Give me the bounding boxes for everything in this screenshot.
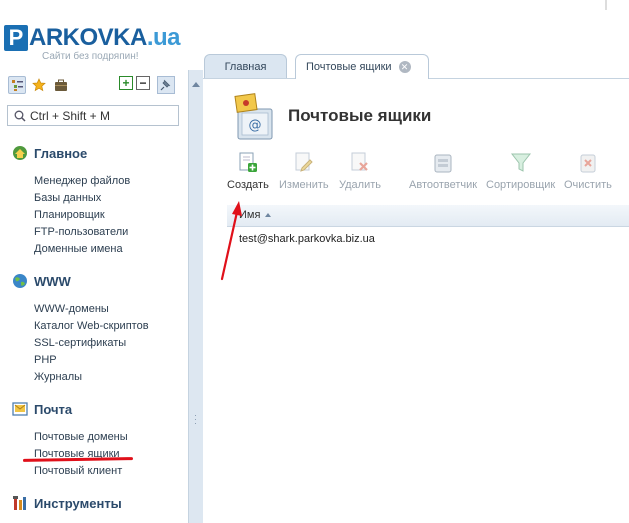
toolbar: Создать Изменить Удалить Автоответчик Со… [227,151,629,199]
sidebar-item-file-manager[interactable]: Менеджер файлов [34,173,130,190]
section-items: Менеджер файлов Базы данных Планировщик … [34,173,130,258]
expand-all-icon[interactable]: + [119,76,133,90]
sidebar-item-scheduler[interactable]: Планировщик [34,207,130,224]
sorter-button[interactable]: Сортировщик [486,151,555,191]
sidebar-item-www-domains[interactable]: WWW-домены [34,301,149,318]
add-icon [237,151,259,175]
main-content: @ Почтовые ящики Создать Изменить Удалит… [203,79,629,523]
search-input[interactable] [30,108,170,123]
clear-icon [577,151,599,175]
logo-main: ARKOVKA [29,24,147,51]
section-title: Инструменты [34,495,122,511]
delete-button[interactable]: Удалить [339,151,381,191]
table-header: Имя [227,205,629,227]
create-button[interactable]: Создать [227,151,269,191]
toolbar-label: Очистить [564,179,612,191]
briefcase-icon[interactable] [52,76,70,94]
section-title: Главное [34,145,88,161]
section-items: WWW-домены Каталог Web-скриптов SSL-серт… [34,301,149,386]
section-mail-header[interactable]: Почта [12,400,128,418]
section-www: WWW WWW-домены Каталог Web-скриптов SSL-… [12,272,149,386]
globe-icon [12,273,28,289]
grip-icon: · · · [194,410,197,428]
mailbox-page-icon: @ [234,93,273,140]
tagline: Сайти без подряпин! [42,51,139,62]
mail-icon [12,401,28,417]
home-icon [12,145,28,161]
sidebar-item-domain-names[interactable]: Доменные имена [34,241,130,258]
svg-text:@: @ [249,118,262,133]
sidebar-splitter[interactable]: · · · [188,70,203,523]
more-button[interactable]: Н [623,151,629,191]
toolbar-label: Автоответчик [409,179,478,191]
filter-icon [510,151,532,175]
autoresponder-icon [432,151,454,175]
sidebar-view-switcher [8,76,70,94]
toolbar-label: Удалить [339,179,381,191]
section-main-header[interactable]: Главное [12,144,130,162]
sidebar-item-logs[interactable]: Журналы [34,369,149,386]
toolbar-label: Создать [227,179,269,191]
section-tools-header[interactable]: Инструменты [12,494,122,512]
tree-view-icon[interactable] [8,76,26,94]
tab-mailboxes[interactable]: Почтовые ящики ✕ [295,54,429,79]
favorites-star-icon[interactable] [30,76,48,94]
toolbar-label: Изменить [279,179,329,191]
collapse-arrow-icon[interactable] [192,82,200,87]
tab-bar: Главная Почтовые ящики ✕ [203,50,629,79]
close-icon[interactable]: ✕ [398,61,411,73]
logo-suffix: .ua [146,24,181,51]
logo-text: ARKOVKA.ua [29,24,181,52]
sidebar-item-ftp-users[interactable]: FTP-пользователи [34,224,130,241]
table-row[interactable]: test@shark.parkovka.biz.ua [227,230,629,250]
tab-label: Почтовые ящики [306,61,392,73]
toolbar-label: Сортировщик [486,179,556,191]
logo-letter: P [4,25,28,51]
section-main: Главное Менеджер файлов Базы данных План… [12,144,130,258]
sort-ascending-icon [265,213,272,217]
section-mail: Почта Почтовые домены Почтовые ящики Поч… [12,400,128,480]
page-title: Почтовые ящики [288,106,432,125]
sidebar-tree-controls: + − [119,76,175,94]
clear-button[interactable]: Очистить [564,151,612,191]
sidebar-item-web-scripts[interactable]: Каталог Web-скриптов [34,318,149,335]
section-title: WWW [34,273,71,289]
autoresponder-button[interactable]: Автоответчик [409,151,477,191]
table-cell: test@shark.parkovka.biz.ua [239,233,375,245]
section-items: Почтовые домены Почтовые ящики Почтовый … [34,429,128,480]
sidebar-item-php[interactable]: PHP [34,352,149,369]
column-name-header[interactable]: Имя [239,209,272,221]
tools-icon [12,495,28,511]
section-tools: Инструменты [12,494,122,512]
edit-icon [293,151,315,175]
column-label: Имя [239,209,261,221]
collapse-all-icon[interactable]: − [136,76,150,90]
tab-label: Главная [224,60,267,73]
section-www-header[interactable]: WWW [12,272,149,290]
more-icon [623,151,629,175]
sidebar: + − Главное Менеджер файлов Базы данных … [0,70,189,523]
menu-search [7,105,179,126]
sidebar-item-mail-client[interactable]: Почтовый клиент [34,463,128,480]
window-edge-icon [605,0,607,10]
sidebar-item-ssl[interactable]: SSL-сертификаты [34,335,149,352]
edit-button[interactable]: Изменить [279,151,329,191]
delete-icon [349,151,371,175]
sidebar-item-mail-domains[interactable]: Почтовые домены [34,429,128,446]
pin-icon[interactable] [157,76,175,94]
sidebar-item-databases[interactable]: Базы данных [34,190,130,207]
section-title: Почта [34,401,73,417]
search-icon [14,110,26,122]
logo: P ARKOVKA.ua [4,24,181,52]
tab-home[interactable]: Главная [204,54,287,78]
